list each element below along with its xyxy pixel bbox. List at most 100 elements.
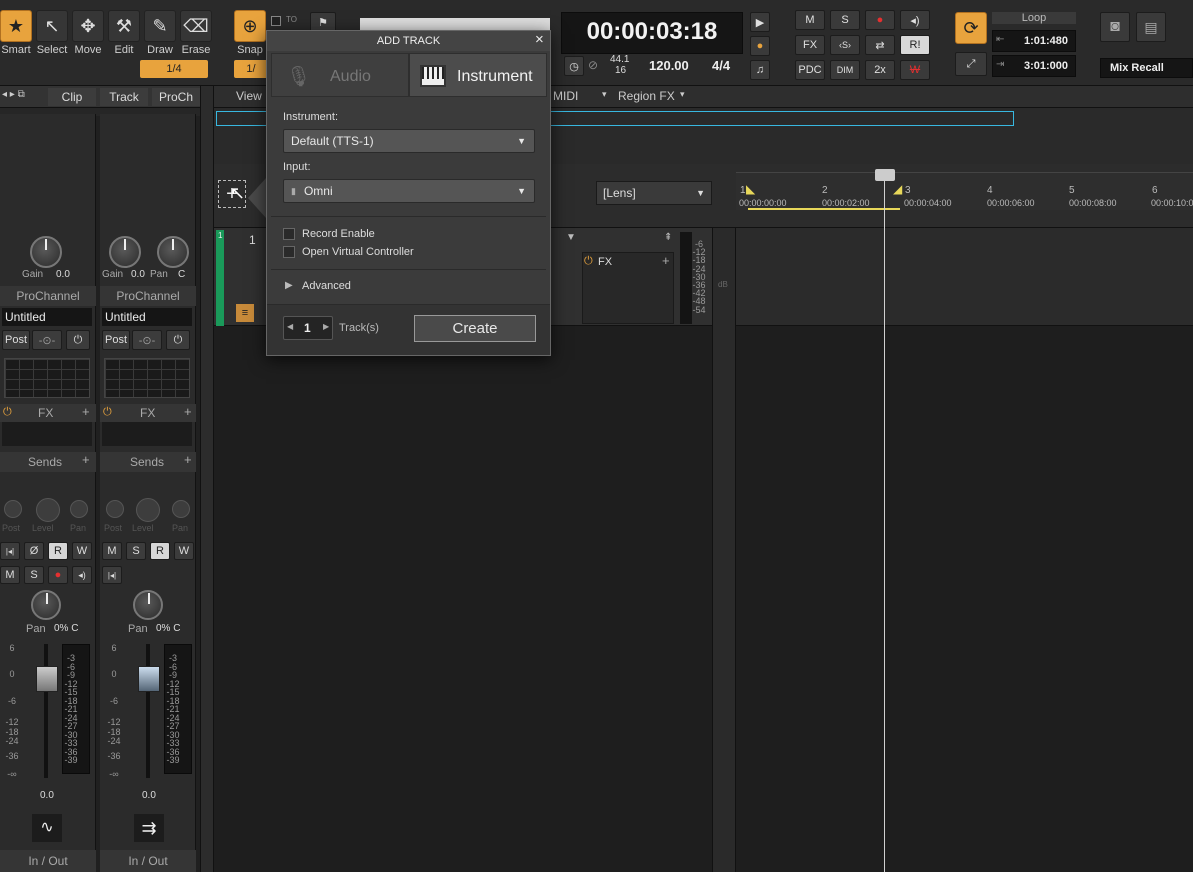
prochannel-preset[interactable]: Untitled bbox=[102, 308, 192, 326]
global-read-button[interactable]: R! bbox=[900, 35, 930, 55]
mute-button[interactable]: M bbox=[102, 542, 122, 560]
loop-start[interactable]: 1:01:480 bbox=[1024, 35, 1068, 47]
routing-icon[interactable]: -⊙- bbox=[132, 330, 162, 350]
gain-knob[interactable] bbox=[109, 236, 141, 268]
clips-lane[interactable] bbox=[736, 228, 1193, 326]
prochannel-preset[interactable]: Untitled bbox=[2, 308, 92, 326]
tab-instrument[interactable]: Instrument bbox=[409, 53, 547, 97]
create-button[interactable]: Create bbox=[414, 315, 536, 342]
add-send-icon[interactable]: + bbox=[82, 452, 90, 467]
pdc-button[interactable]: PDC bbox=[795, 60, 825, 80]
lens-dropdown[interactable]: [Lens] ▼ bbox=[596, 181, 712, 205]
input-select[interactable]: ▮ Omni ▼ bbox=[283, 179, 535, 203]
fx-bin[interactable] bbox=[102, 422, 192, 446]
global-echo-button[interactable]: ◂) bbox=[900, 10, 930, 30]
empty-clips-area[interactable] bbox=[736, 326, 1193, 872]
read-automation-button[interactable]: R bbox=[150, 542, 170, 560]
pan-knob[interactable] bbox=[31, 590, 61, 620]
power-icon[interactable]: ⏻ bbox=[166, 330, 190, 350]
send-enable-knob[interactable] bbox=[106, 500, 124, 518]
increment-icon[interactable]: ▶ bbox=[323, 322, 329, 331]
io-header[interactable]: In / Out bbox=[0, 850, 96, 872]
snap-button[interactable]: ⊕ bbox=[234, 10, 266, 42]
add-fx-icon[interactable]: + bbox=[184, 404, 192, 419]
inspector-splitter[interactable] bbox=[200, 86, 214, 872]
track-icon[interactable]: ≡ bbox=[236, 304, 254, 322]
prochannel-header[interactable]: ProChannel bbox=[0, 286, 96, 306]
solo-button[interactable]: S bbox=[24, 566, 44, 584]
menu-midi[interactable]: MIDI bbox=[553, 89, 578, 103]
tab-audio[interactable]: 🎙 Audio bbox=[271, 53, 409, 97]
add-fx-icon[interactable]: + bbox=[662, 253, 670, 268]
erase-tool-button[interactable]: ⌫ bbox=[180, 10, 212, 42]
eq-graph[interactable] bbox=[4, 358, 90, 398]
prochannel-header[interactable]: ProChannel bbox=[100, 286, 196, 306]
track-menu-chevron-icon[interactable]: ▼ bbox=[566, 232, 576, 243]
expand-advanced-icon[interactable]: ▶ bbox=[285, 280, 293, 291]
send-level-knob[interactable] bbox=[136, 498, 160, 522]
loop-start-flag-icon[interactable]: ◣ bbox=[746, 182, 755, 196]
send-pan-knob[interactable] bbox=[70, 500, 88, 518]
stereo-icon[interactable]: ‹S› bbox=[830, 35, 860, 55]
volume-fader[interactable] bbox=[138, 666, 160, 692]
global-solo-button[interactable]: S bbox=[830, 10, 860, 30]
decrement-icon[interactable]: ◀ bbox=[287, 322, 293, 331]
input-echo-icon[interactable]: |◂| bbox=[102, 566, 122, 584]
tab-clip[interactable]: Clip bbox=[48, 88, 96, 106]
send-enable-knob[interactable] bbox=[4, 500, 22, 518]
post-button[interactable]: Post bbox=[2, 330, 30, 350]
advanced-label[interactable]: Advanced bbox=[302, 280, 351, 292]
inspector-nav-arrows[interactable]: ◂ ▸ ⧉ bbox=[2, 89, 25, 100]
waveform-icon[interactable]: ∿ bbox=[32, 814, 62, 842]
add-send-icon[interactable]: + bbox=[184, 452, 192, 467]
global-fx-button[interactable]: FX bbox=[795, 35, 825, 55]
global-record-button[interactable]: ● bbox=[865, 10, 895, 30]
dim-button[interactable]: DIM bbox=[830, 60, 860, 80]
snap-to-checkbox[interactable] bbox=[271, 16, 281, 26]
timecode-format-button[interactable]: ◷ bbox=[564, 56, 584, 76]
gain-knob[interactable] bbox=[30, 236, 62, 268]
snap-resolution-field[interactable]: 1/ bbox=[234, 60, 268, 78]
fx-bin[interactable] bbox=[2, 422, 92, 446]
automation-icon[interactable]: ⇄ bbox=[865, 35, 895, 55]
empty-track-area[interactable] bbox=[214, 326, 712, 872]
loop-end[interactable]: 3:01:000 bbox=[1024, 60, 1068, 72]
close-icon[interactable]: × bbox=[535, 31, 544, 48]
post-button[interactable]: Post bbox=[102, 330, 130, 350]
pan-knob[interactable] bbox=[157, 236, 189, 268]
power-icon[interactable]: ⏻ bbox=[3, 406, 12, 419]
move-tool-button[interactable]: ✥ bbox=[72, 10, 104, 42]
add-fx-icon[interactable]: + bbox=[82, 404, 90, 419]
phase-icon[interactable]: Ø bbox=[24, 542, 44, 560]
send-pan-knob[interactable] bbox=[172, 500, 190, 518]
loop-fit-button[interactable]: ⤢ bbox=[955, 52, 987, 76]
now-marker-handle[interactable] bbox=[875, 169, 895, 181]
collapse-icon[interactable]: ⇞ bbox=[664, 232, 672, 243]
notes-button[interactable]: ▤ bbox=[1136, 12, 1166, 42]
tab-track[interactable]: Track bbox=[100, 88, 148, 106]
menu-view[interactable]: View bbox=[236, 89, 262, 103]
volume-fader[interactable] bbox=[36, 666, 58, 692]
mute-button[interactable]: M bbox=[0, 566, 20, 584]
meter-display[interactable]: 4/4 bbox=[712, 58, 730, 73]
power-icon[interactable]: ⏻ bbox=[584, 255, 593, 268]
menu-region-fx[interactable]: Region FX bbox=[618, 89, 675, 103]
instrument-select[interactable]: Default (TTS-1) ▼ bbox=[283, 129, 535, 153]
record-arm-button[interactable]: ● bbox=[48, 566, 68, 584]
power-icon[interactable]: ⏻ bbox=[66, 330, 90, 350]
draw-tool-button[interactable]: ✎ bbox=[144, 10, 176, 42]
open-virtual-controller-checkbox[interactable] bbox=[283, 246, 295, 258]
input-echo-icon[interactable]: |◂| bbox=[0, 542, 20, 560]
play-button[interactable]: ▶ bbox=[750, 12, 770, 32]
tempo-display[interactable]: 120.00 bbox=[649, 58, 689, 73]
smart-tool-button[interactable]: ★ bbox=[0, 10, 32, 42]
io-header[interactable]: In / Out bbox=[100, 850, 196, 872]
track-fx-bin[interactable] bbox=[582, 252, 674, 324]
send-level-knob[interactable] bbox=[36, 498, 60, 522]
metronome-button[interactable]: ♫ bbox=[750, 60, 770, 80]
mix-recall-display[interactable]: Mix Recall bbox=[1100, 58, 1193, 78]
global-write-button[interactable]: W bbox=[900, 60, 930, 80]
power-icon[interactable]: ⏻ bbox=[103, 406, 112, 419]
global-mute-button[interactable]: M bbox=[795, 10, 825, 30]
record-enable-checkbox[interactable] bbox=[283, 228, 295, 240]
